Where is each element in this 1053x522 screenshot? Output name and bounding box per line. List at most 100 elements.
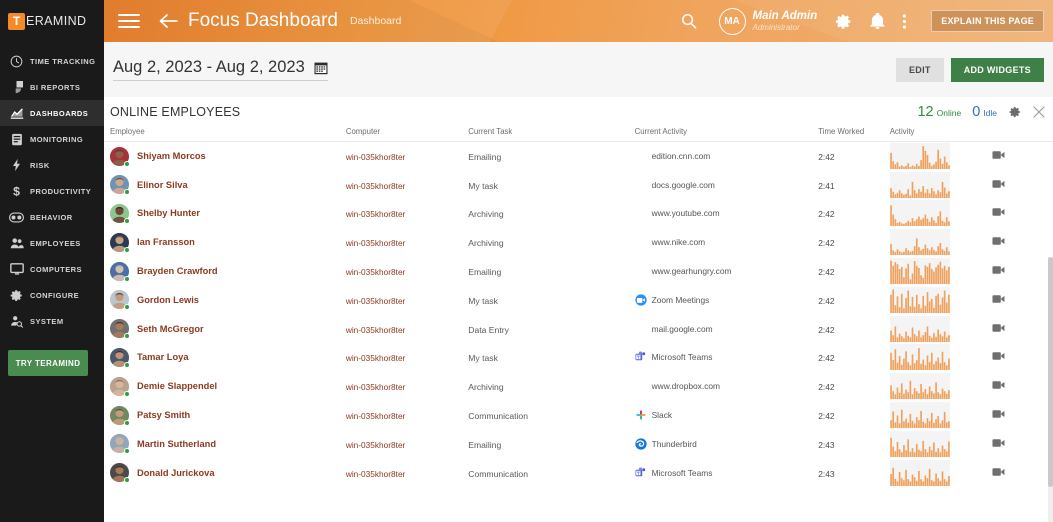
col-employee[interactable]: Employee bbox=[104, 127, 346, 142]
avatar[interactable] bbox=[110, 203, 130, 224]
video-camera-icon[interactable] bbox=[992, 233, 1005, 250]
sidebar-item-configure[interactable]: CONFIGURE bbox=[0, 282, 104, 308]
video-camera-icon[interactable] bbox=[992, 348, 1005, 365]
computer-name[interactable]: win-035khor8ter bbox=[346, 411, 406, 421]
employee-name-link[interactable]: Demie Slappendel bbox=[137, 381, 217, 391]
col-time-worked[interactable]: Time Worked bbox=[818, 127, 890, 142]
employee-name-link[interactable]: Ian Fransson bbox=[137, 237, 195, 247]
computer-name[interactable]: win-035khor8ter bbox=[346, 325, 406, 335]
table-row[interactable]: Shelby Hunter win-035khor8ter Archiving www… bbox=[104, 199, 1053, 228]
video-camera-icon[interactable] bbox=[992, 377, 1005, 394]
video-camera-icon[interactable] bbox=[992, 435, 1005, 452]
computer-name[interactable]: win-035khor8ter bbox=[346, 238, 406, 248]
table-row[interactable]: Shiyam Morcos win-035khor8ter Emailing edit… bbox=[104, 142, 1053, 171]
arrow-left-icon[interactable] bbox=[158, 13, 178, 29]
avatar[interactable]: MA bbox=[718, 7, 746, 35]
table-row[interactable]: Tamar Loya win-035khor8ter My task Microsof… bbox=[104, 343, 1053, 372]
employee-name-link[interactable]: Donald Jurickova bbox=[137, 468, 215, 478]
avatar[interactable] bbox=[110, 319, 130, 340]
employee-name-link[interactable]: Patsy Smith bbox=[137, 410, 190, 420]
sidebar-item-system[interactable]: SYSTEM bbox=[0, 308, 104, 334]
computer-name[interactable]: win-035khor8ter bbox=[346, 440, 406, 450]
avatar[interactable] bbox=[110, 434, 130, 455]
table-row[interactable]: Brayden Crawford win-035khor8ter Emailing w… bbox=[104, 257, 1053, 286]
table-row[interactable]: Seth McGregor win-035khor8ter Data Entry ma… bbox=[104, 314, 1053, 343]
col-computer[interactable]: Computer bbox=[345, 127, 469, 142]
cell-activity-sparkline bbox=[889, 170, 992, 199]
sidebar-item-computers[interactable]: COMPUTERS bbox=[0, 256, 104, 282]
avatar[interactable] bbox=[110, 261, 130, 282]
computer-name[interactable]: win-035khor8ter bbox=[346, 181, 406, 191]
kebab-menu-icon[interactable] bbox=[894, 13, 915, 30]
avatar[interactable] bbox=[110, 463, 130, 484]
table-row[interactable]: Donald Jurickova win-035khor8ter Communica… bbox=[104, 458, 1053, 487]
video-camera-icon[interactable] bbox=[992, 147, 1005, 164]
col-current-task[interactable]: Current Task bbox=[468, 127, 635, 142]
col-current-activity[interactable]: Current Activity bbox=[634, 127, 819, 142]
computer-name[interactable]: win-035khor8ter bbox=[346, 382, 406, 392]
search-icon[interactable] bbox=[675, 13, 703, 29]
close-icon[interactable] bbox=[1033, 105, 1045, 123]
video-camera-icon[interactable] bbox=[992, 204, 1005, 221]
avatar[interactable] bbox=[110, 376, 130, 397]
table-row[interactable]: Demie Slappendel win-035khor8ter Archiving… bbox=[104, 372, 1053, 401]
col-activity[interactable]: Activity bbox=[889, 127, 992, 142]
employee-name-link[interactable]: Elinor Silva bbox=[137, 180, 188, 190]
sidebar-item-label: SYSTEM bbox=[30, 316, 64, 326]
employee-name-link[interactable]: Brayden Crawford bbox=[137, 266, 218, 276]
avatar[interactable] bbox=[110, 232, 130, 253]
sidebar-item-risk[interactable]: RISK bbox=[0, 152, 104, 178]
table-row[interactable]: Elinor Silva win-035khor8ter My task docs.g… bbox=[104, 170, 1053, 199]
table-row[interactable]: Gordon Lewis win-035khor8ter My task Zoom M… bbox=[104, 285, 1053, 314]
employee-name-link[interactable]: Seth McGregor bbox=[137, 324, 204, 334]
bell-icon[interactable] bbox=[861, 12, 894, 30]
employee-name-link[interactable]: Tamar Loya bbox=[137, 352, 189, 362]
avatar[interactable] bbox=[110, 146, 130, 167]
sidebar-item-employees[interactable]: EMPLOYEES bbox=[0, 230, 104, 256]
table-row[interactable]: Martin Sutherland win-035khor8ter Emailing… bbox=[104, 429, 1053, 458]
video-camera-icon[interactable] bbox=[992, 262, 1005, 279]
computer-name[interactable]: win-035khor8ter bbox=[346, 469, 406, 479]
calendar-icon[interactable] bbox=[314, 61, 328, 75]
try-teramind-button[interactable]: TRY TERAMIND bbox=[8, 350, 88, 376]
computer-name[interactable]: win-035khor8ter bbox=[346, 209, 406, 219]
user-block[interactable]: Main Admin Administrator bbox=[753, 10, 818, 33]
computer-name[interactable]: win-035khor8ter bbox=[346, 267, 406, 277]
employee-name-link[interactable]: Martin Sutherland bbox=[137, 439, 216, 449]
sidebar-item-monitoring[interactable]: MONITORING bbox=[0, 126, 104, 152]
edit-button[interactable]: EDIT bbox=[895, 57, 944, 82]
sidebar-item-productivity[interactable]: $ PRODUCTIVITY bbox=[0, 178, 104, 204]
employee-name-link[interactable]: Gordon Lewis bbox=[137, 295, 199, 305]
employee-name-link[interactable]: Shelby Hunter bbox=[137, 208, 200, 218]
logo[interactable]: T ERAMIND bbox=[0, 0, 104, 42]
table-row[interactable]: Ian Fransson win-035khor8ter Archiving www.… bbox=[104, 228, 1053, 257]
avatar[interactable] bbox=[110, 347, 130, 368]
video-camera-icon[interactable] bbox=[992, 176, 1005, 193]
date-range-picker[interactable]: Aug 2, 2023 - Aug 2, 2023 bbox=[113, 58, 328, 81]
add-widgets-button[interactable]: ADD WIDGETS bbox=[950, 57, 1044, 82]
computer-name[interactable]: win-035khor8ter bbox=[346, 353, 406, 363]
cell-activity-sparkline bbox=[889, 228, 992, 257]
video-camera-icon[interactable] bbox=[992, 464, 1005, 481]
gear-icon[interactable] bbox=[1009, 105, 1021, 123]
explain-this-page-button[interactable]: EXPLAIN THIS PAGE bbox=[931, 10, 1044, 32]
scrollbar-thumb[interactable] bbox=[1048, 257, 1053, 487]
avatar[interactable] bbox=[110, 175, 130, 196]
sidebar-item-behavior[interactable]: BEHAVIOR bbox=[0, 204, 104, 230]
sidebar-item-bi-reports[interactable]: BI REPORTS bbox=[0, 74, 104, 100]
table-row[interactable]: Patsy Smith win-035khor8ter Communication S… bbox=[104, 401, 1053, 430]
computer-name[interactable]: win-035khor8ter bbox=[346, 296, 406, 306]
computer-name[interactable]: win-035khor8ter bbox=[346, 152, 406, 162]
avatar[interactable] bbox=[110, 290, 130, 311]
gear-icon[interactable] bbox=[817, 13, 861, 30]
avatar[interactable] bbox=[110, 405, 130, 426]
employee-name-link[interactable]: Shiyam Morcos bbox=[137, 151, 206, 161]
sidebar-item-time-tracking[interactable]: TIME TRACKING bbox=[0, 48, 104, 74]
sidebar-item-dashboards[interactable]: DASHBOARDS bbox=[0, 100, 104, 126]
video-camera-icon[interactable] bbox=[992, 406, 1005, 423]
cell-computer: win-035khor8ter bbox=[346, 228, 468, 257]
video-camera-icon[interactable] bbox=[992, 320, 1005, 337]
video-camera-icon[interactable] bbox=[992, 291, 1005, 308]
hamburger-icon[interactable] bbox=[118, 14, 140, 28]
vertical-scrollbar[interactable] bbox=[1048, 257, 1053, 522]
